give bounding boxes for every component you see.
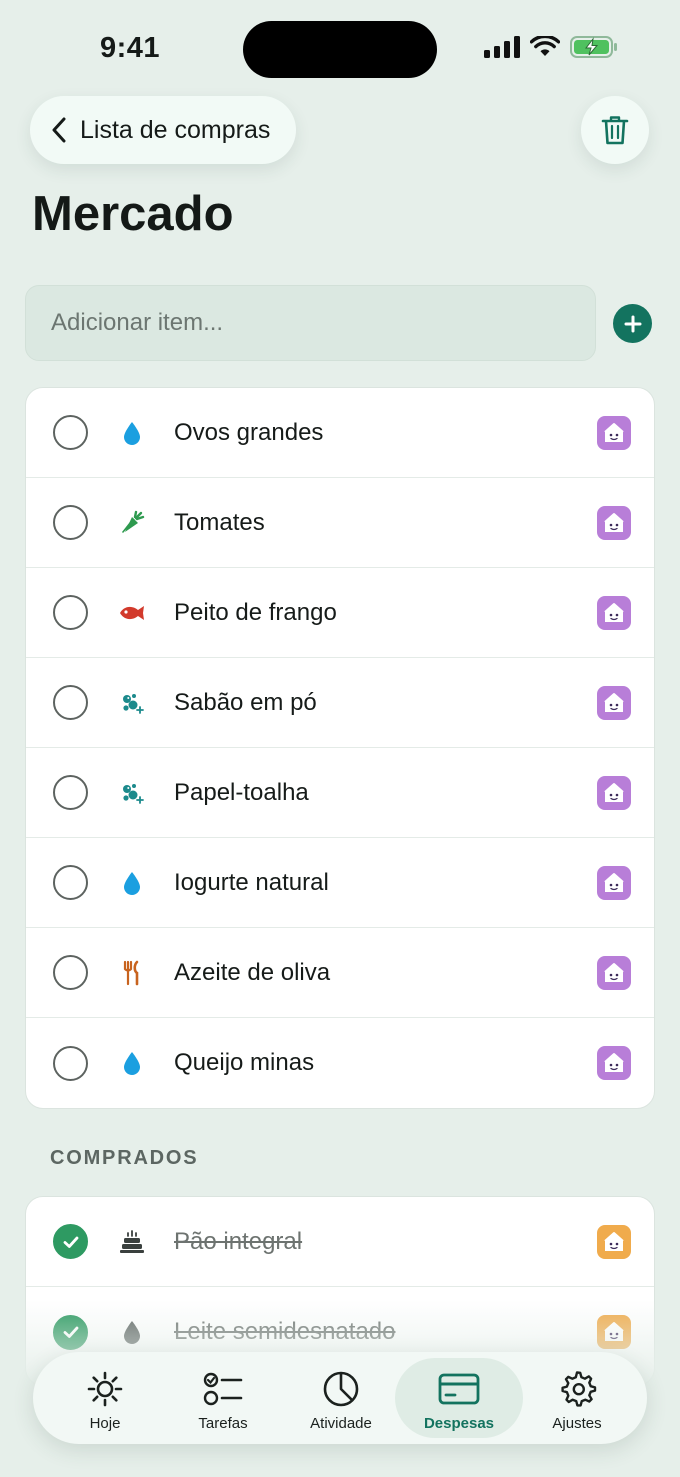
assignee-avatar[interactable] xyxy=(597,955,631,990)
list-item[interactable]: Azeite de oliva xyxy=(26,928,654,1018)
assignee-avatar[interactable] xyxy=(597,415,631,450)
list-item[interactable]: Peito de frango xyxy=(26,568,654,658)
signal-icon xyxy=(484,36,520,58)
page-title: Mercado xyxy=(32,187,234,241)
item-checkbox-checked[interactable] xyxy=(53,1224,88,1259)
item-label: Pão integral xyxy=(174,1227,303,1255)
assignee-avatar[interactable] xyxy=(597,505,631,540)
tab-tarefas[interactable]: Tarefas xyxy=(159,1358,287,1438)
add-item-input[interactable] xyxy=(25,285,596,361)
checkmark-icon xyxy=(63,1236,78,1248)
item-label: Papel-toalha xyxy=(174,778,309,806)
list-item[interactable]: Iogurte natural xyxy=(26,838,654,928)
list-item[interactable]: Papel-toalha xyxy=(26,748,654,838)
add-item-button[interactable] xyxy=(613,304,652,343)
assignee-avatar[interactable] xyxy=(597,1224,631,1259)
item-label: Queijo minas xyxy=(174,1049,315,1076)
assignee-avatar[interactable] xyxy=(597,1046,631,1080)
cake-icon xyxy=(118,1228,146,1256)
tab-ajustes[interactable]: Ajustes xyxy=(513,1358,641,1438)
bought-item-row[interactable]: Pão integral xyxy=(26,1197,654,1287)
list-item[interactable]: Sabão em pó xyxy=(26,658,654,748)
assignee-avatar[interactable] xyxy=(597,685,631,720)
item-label: Tomates xyxy=(174,508,265,536)
assignee-avatar[interactable] xyxy=(597,865,631,900)
item-label: Ovos grandes xyxy=(174,418,324,446)
checklist-icon xyxy=(201,1369,245,1409)
item-checkbox[interactable] xyxy=(53,955,88,990)
assignee-avatar[interactable] xyxy=(597,595,631,630)
chevron-left-icon xyxy=(52,117,66,143)
tab-bar: Hoje Tarefas Atividade Despesas Ajustes xyxy=(33,1352,647,1444)
tab-label: Despesas xyxy=(423,1415,495,1432)
item-checkbox[interactable] xyxy=(53,415,88,450)
battery-charging-icon xyxy=(570,36,617,58)
dynamic-island xyxy=(243,21,437,78)
delete-list-button[interactable] xyxy=(581,96,649,164)
bought-section-title: COMPRADOS xyxy=(50,1147,199,1169)
drop-icon xyxy=(118,869,146,897)
item-label: Iogurte natural xyxy=(174,868,329,896)
status-time: 9:41 xyxy=(100,32,161,64)
item-checkbox[interactable] xyxy=(53,775,88,810)
item-label: Peito de frango xyxy=(174,598,337,626)
pie-chart-icon xyxy=(321,1369,361,1409)
item-checkbox[interactable] xyxy=(53,1045,88,1081)
assignee-avatar[interactable] xyxy=(597,775,631,810)
item-checkbox[interactable] xyxy=(53,865,88,900)
tab-label: Atividade xyxy=(310,1415,372,1432)
drop-icon xyxy=(118,1049,146,1077)
plus-icon xyxy=(624,315,641,332)
bubbles-icon xyxy=(118,689,146,717)
tab-label: Ajustes xyxy=(552,1415,602,1432)
wifi-icon xyxy=(530,36,560,56)
trash-icon xyxy=(601,116,629,145)
status-icons xyxy=(484,36,618,58)
pending-items-list: Ovos grandes Tomates Peito de frango Sabão … xyxy=(25,387,655,1109)
sun-icon xyxy=(85,1369,125,1409)
item-checkbox[interactable] xyxy=(53,595,88,630)
item-label: Sabão em pó xyxy=(174,688,317,716)
tab-atividade[interactable]: Atividade xyxy=(277,1358,405,1438)
list-item[interactable]: Ovos grandes xyxy=(26,388,654,478)
credit-card-icon xyxy=(437,1369,481,1409)
tab-despesas[interactable]: Despesas xyxy=(395,1358,523,1438)
list-item[interactable]: Queijo minas xyxy=(26,1018,654,1108)
tab-label: Tarefas xyxy=(198,1415,248,1432)
tab-label: Hoje xyxy=(89,1415,121,1432)
item-checkbox[interactable] xyxy=(53,685,88,720)
item-checkbox[interactable] xyxy=(53,505,88,540)
drop-icon xyxy=(118,419,146,447)
bubbles-icon xyxy=(118,779,146,807)
list-item[interactable]: Tomates xyxy=(26,478,654,568)
status-bar: 9:41 xyxy=(0,0,680,100)
tab-hoje[interactable]: Hoje xyxy=(41,1358,169,1438)
carrot-icon xyxy=(118,509,146,537)
gear-icon xyxy=(557,1369,597,1409)
fish-icon xyxy=(118,599,146,627)
back-button-label: Lista de compras xyxy=(80,115,271,144)
utensils-icon xyxy=(118,959,146,987)
item-label: Azeite de oliva xyxy=(174,958,331,986)
back-button[interactable]: Lista de compras xyxy=(30,96,297,164)
